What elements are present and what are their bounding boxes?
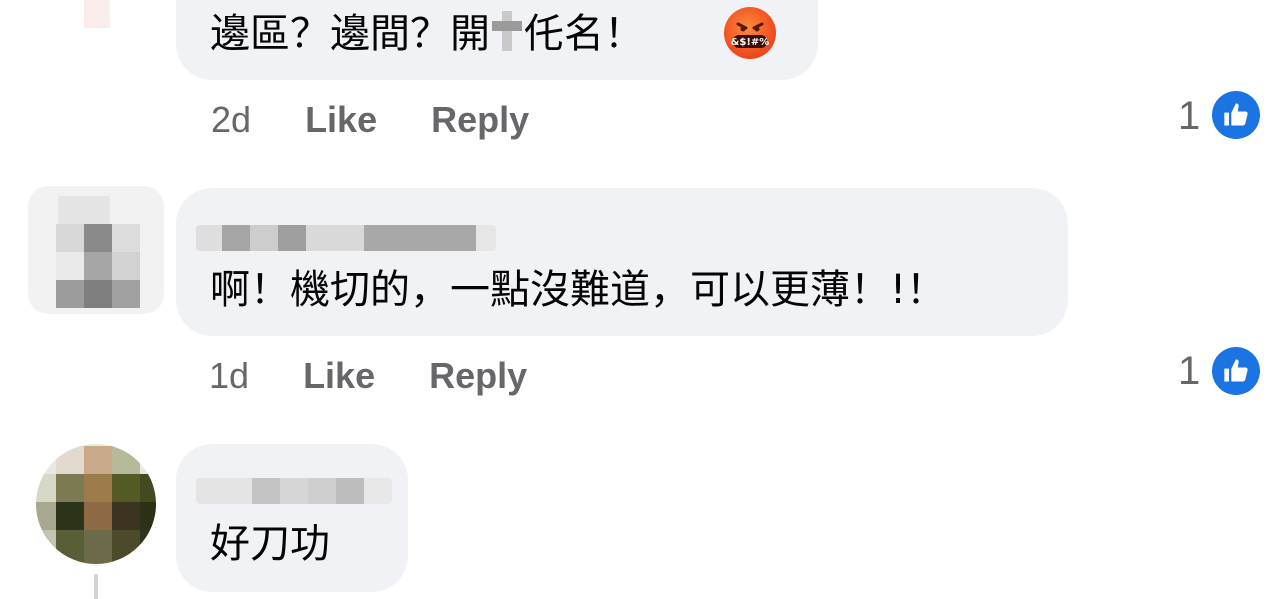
thumbs-up-icon[interactable] [1212, 91, 1260, 139]
comment-text-1-part-b: 仛名！ [524, 11, 644, 57]
reply-link[interactable]: Reply [429, 355, 527, 396]
angry-emoji: &$!#% [724, 7, 776, 59]
avatar-fragment [84, 0, 110, 28]
comment-actions-1: 2d Like Reply [211, 98, 529, 142]
emoji-symbols: &$!#% [731, 37, 770, 48]
comment-text-1: 邊區？邊間？開 仛名！ [210, 10, 644, 58]
timestamp: 2d [211, 99, 252, 140]
thumbs-up-icon[interactable] [1212, 347, 1260, 395]
reaction-count: 1 [1178, 349, 1201, 393]
reaction-count: 1 [1178, 94, 1201, 138]
like-link[interactable]: Like [303, 355, 375, 396]
comment-text-1-part-a: 邊區？邊間？開 [210, 11, 490, 57]
comment-bubble-3 [176, 444, 408, 592]
comment-text-2: 啊！機切的，一點沒難道，可以更薄！!！ [210, 267, 947, 313]
reply-link[interactable]: Reply [431, 99, 529, 140]
comment-actions-2: 1d Like Reply [209, 354, 527, 398]
author-name-redacted[interactable] [196, 478, 392, 504]
avatar[interactable] [28, 186, 164, 314]
avatar[interactable] [36, 444, 156, 564]
thread-line [94, 574, 98, 599]
comment-text-3: 好刀功 [210, 521, 330, 567]
author-name-redacted[interactable] [196, 225, 496, 251]
timestamp: 1d [209, 355, 250, 396]
like-link[interactable]: Like [305, 99, 377, 140]
censor-mark [492, 11, 522, 51]
